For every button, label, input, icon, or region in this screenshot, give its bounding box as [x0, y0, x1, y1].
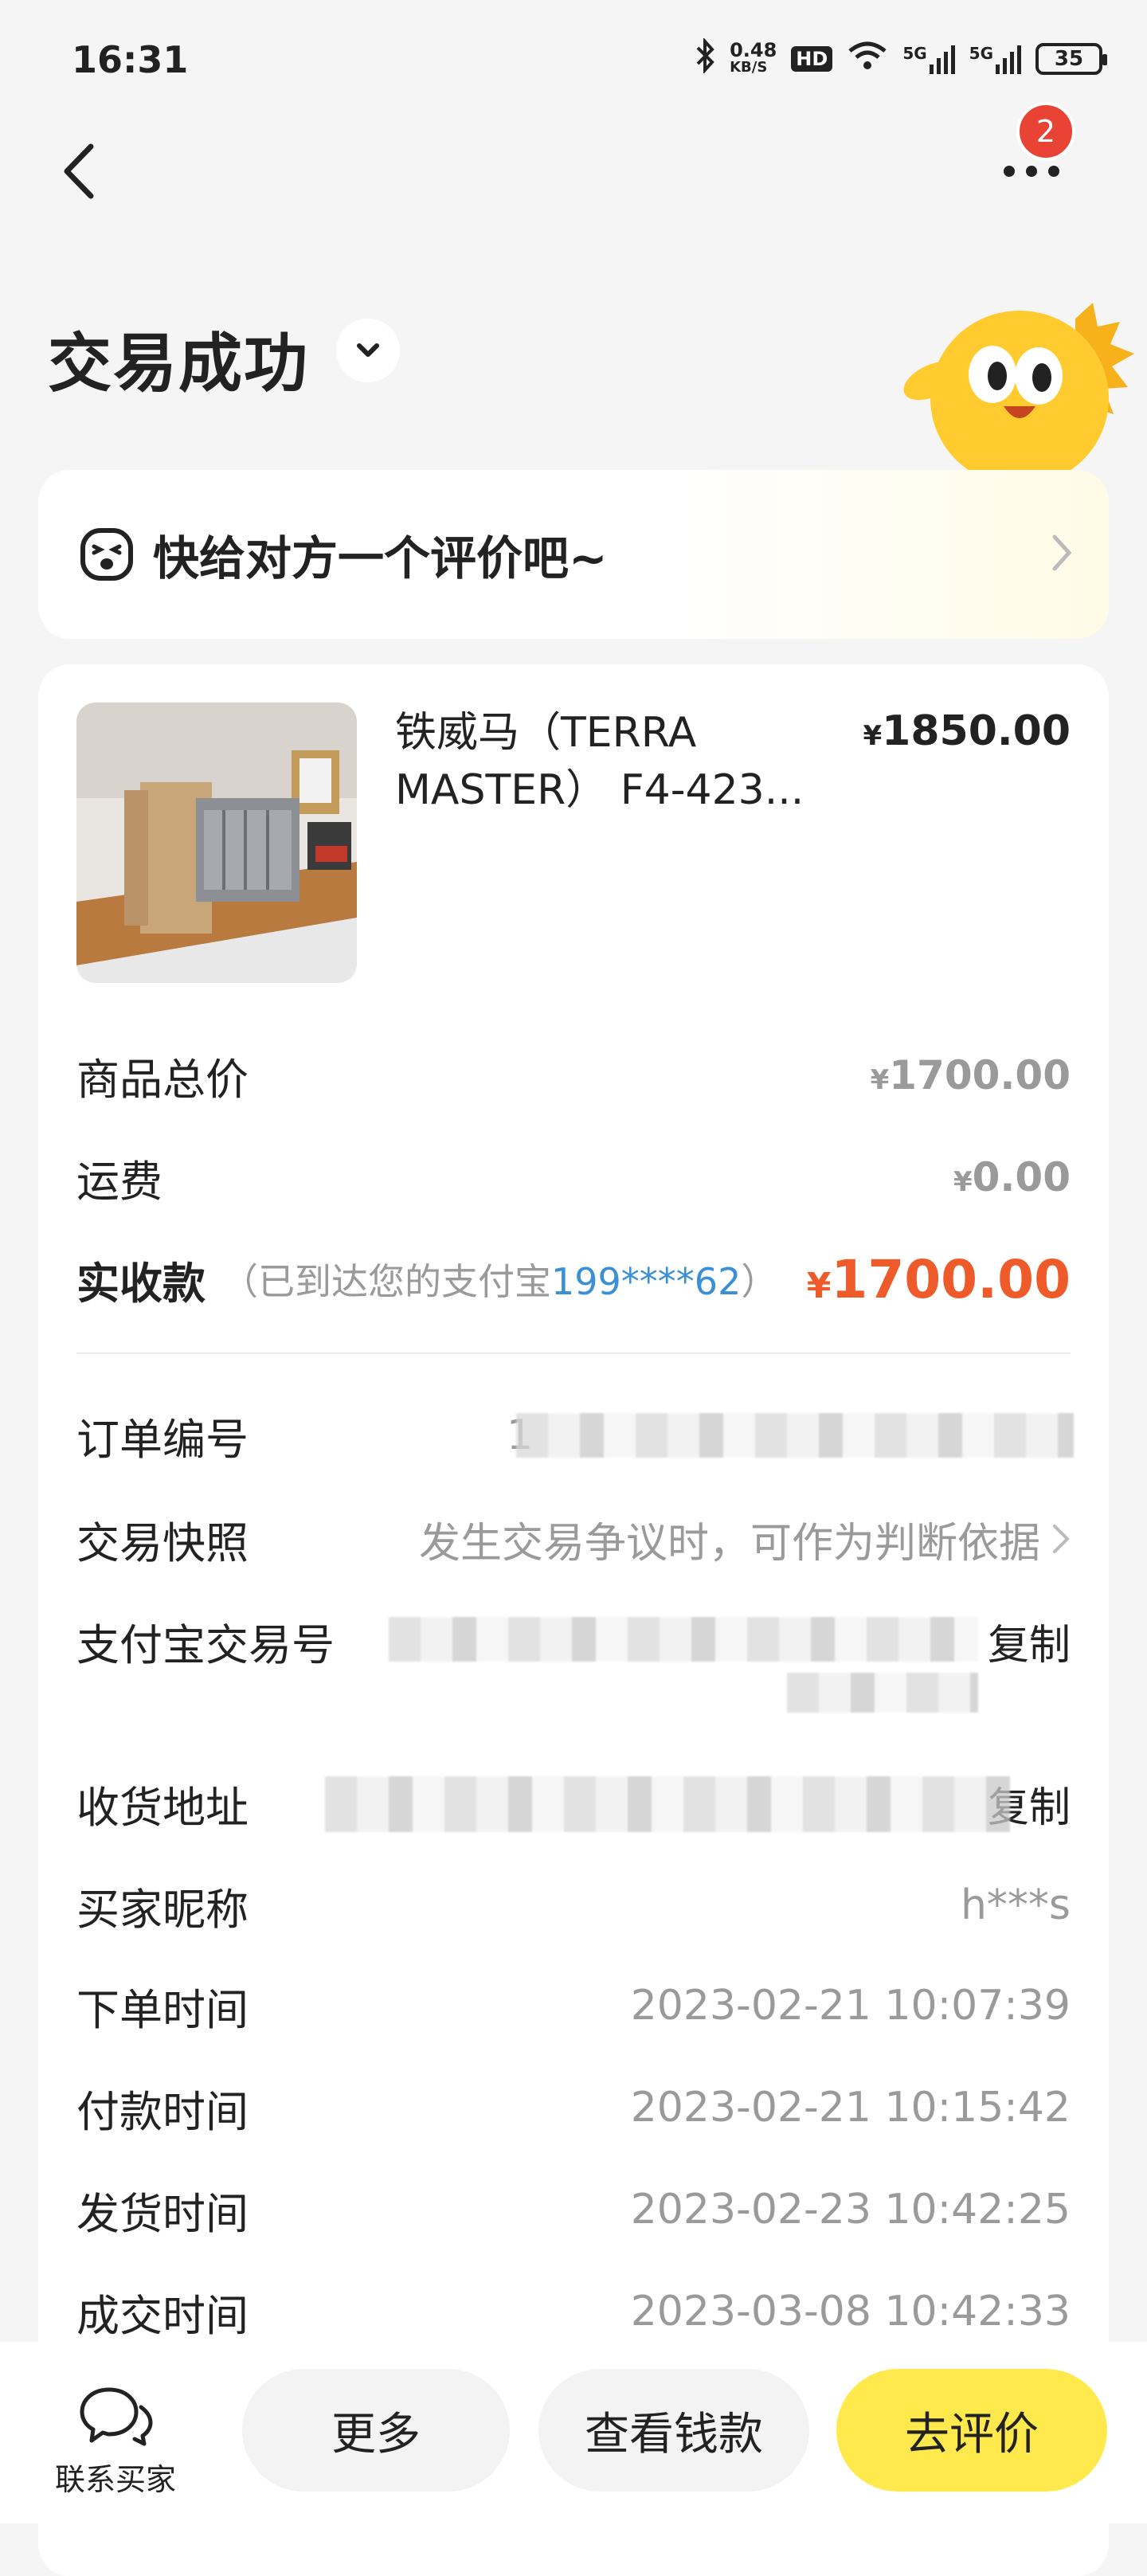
goods-total-value: ¥1700.00	[870, 1052, 1071, 1098]
product-image[interactable]	[76, 703, 357, 983]
contact-buyer-button[interactable]: 联系买家	[32, 2383, 199, 2499]
received-row: 实收款 （已到达您的支付宝199****62） ¥1700.00	[76, 1247, 1071, 1311]
chevron-right-icon	[1052, 534, 1072, 571]
chevron-right-icon	[1053, 1525, 1070, 1553]
product-price: ¥1850.00	[863, 707, 1071, 755]
ship-time-value: 2023-02-23 10:42:25	[630, 2186, 1071, 2233]
snapshot-row[interactable]: 交易快照 发生交易争议时，可作为判断依据	[76, 1507, 1071, 1571]
bottom-action-bar: 联系买家 更多 查看钱款 去评价	[0, 2342, 1147, 2523]
redacted-order-number	[516, 1413, 1074, 1458]
page-title: 交易成功	[48, 327, 309, 401]
order-card: 铁威马（TERRA MASTER） F4-423... ¥1850.00 商品总…	[38, 664, 1109, 2576]
status-dropdown-button[interactable]	[336, 319, 400, 382]
redacted-address	[325, 1776, 1010, 1832]
more-button[interactable]: 更多	[242, 2369, 510, 2492]
snapshot-label: 交易快照	[76, 1517, 249, 1568]
order-time-row: 下单时间 2023-02-21 10:07:39	[76, 1974, 1071, 2038]
shipping-label: 运费	[76, 1156, 162, 1207]
net-speed-unit: KB/S	[730, 58, 768, 76]
ship-time-row: 发货时间 2023-02-23 10:42:25	[76, 2178, 1071, 2241]
redacted-alipay-number	[389, 1617, 978, 1662]
buyer-nickname-label: 买家昵称	[76, 1884, 249, 1935]
signal-icon-2: 5G	[969, 44, 1021, 74]
product-name[interactable]: 铁威马（TERRA MASTER） F4-423...	[395, 704, 873, 819]
review-prompt-text: 快给对方一个评价吧~	[153, 531, 608, 585]
wifi-icon	[847, 40, 888, 77]
order-number-label: 订单编号	[76, 1414, 249, 1465]
goods-total-label: 商品总价	[76, 1054, 249, 1105]
copy-button[interactable]: 复制	[988, 1611, 1071, 1671]
view-payment-button[interactable]: 查看钱款	[538, 2369, 809, 2492]
battery-level: 35	[1054, 46, 1084, 71]
shipping-value: ¥0.00	[953, 1154, 1071, 1200]
back-button[interactable]	[56, 135, 104, 207]
notification-badge: 2	[1016, 102, 1075, 161]
order-time-value: 2023-02-21 10:07:39	[630, 1982, 1071, 2030]
pay-time-label: 付款时间	[76, 2086, 249, 2137]
chevron-left-icon	[64, 143, 94, 199]
pay-time-value: 2023-02-21 10:15:42	[630, 2084, 1071, 2132]
divider	[76, 1353, 1071, 1354]
signal-icon-1: 5G	[902, 44, 955, 74]
order-time-label: 下单时间	[76, 1984, 249, 2035]
status-bar: 16:31 0.48 KB/S HD 5G 5G 35	[0, 0, 1147, 112]
chevron-down-icon	[357, 343, 379, 357]
deal-time-row: 成交时间 2023-03-08 10:42:33	[76, 2280, 1071, 2343]
alipay-trade-label: 支付宝交易号	[76, 1619, 335, 1670]
pay-time-row: 付款时间 2023-02-21 10:15:42	[76, 2076, 1071, 2139]
mascot-illustration	[884, 287, 1139, 486]
review-prompt-card[interactable]: 快给对方一个评价吧~	[38, 470, 1109, 639]
address-label: 收货地址	[76, 1782, 249, 1833]
smiley-icon	[80, 528, 133, 581]
status-icons: 0.48 KB/S HD 5G 5G 35	[695, 37, 1107, 79]
chat-icon	[80, 2387, 153, 2446]
hd-icon: HD	[791, 45, 833, 72]
ship-time-label: 发货时间	[76, 2188, 249, 2239]
goods-total-row: 商品总价 ¥1700.00	[76, 1043, 1071, 1107]
write-review-button[interactable]: 去评价	[836, 2369, 1107, 2492]
received-note: （已到达您的支付宝199****62）	[221, 1260, 778, 1303]
buyer-nickname-value: h***s	[960, 1881, 1071, 1929]
buyer-nickname-row: 买家昵称 h***s	[76, 1873, 1071, 1937]
snapshot-value: 发生交易争议时，可作为判断依据	[419, 1509, 1071, 1569]
redacted-alipay-number-line2	[787, 1673, 978, 1713]
received-label: 实收款	[76, 1258, 206, 1309]
dot-icon	[1048, 166, 1059, 177]
alipay-account: 199****62	[551, 1260, 742, 1303]
received-amount: ¥1700.00	[806, 1248, 1071, 1310]
net-speed: 0.48 KB/S	[730, 41, 777, 76]
status-time: 16:31	[72, 38, 189, 81]
deal-time-label: 成交时间	[76, 2290, 249, 2341]
contact-buyer-label: 联系买家	[54, 2462, 176, 2497]
dot-icon	[1026, 166, 1037, 177]
deal-time-value: 2023-03-08 10:42:33	[630, 2288, 1071, 2335]
dot-icon	[1004, 166, 1015, 177]
battery-icon: 35	[1035, 42, 1107, 75]
net-speed-value: 0.48	[730, 38, 777, 61]
shipping-row: 运费 ¥0.00	[76, 1145, 1071, 1209]
bluetooth-icon	[695, 37, 715, 79]
